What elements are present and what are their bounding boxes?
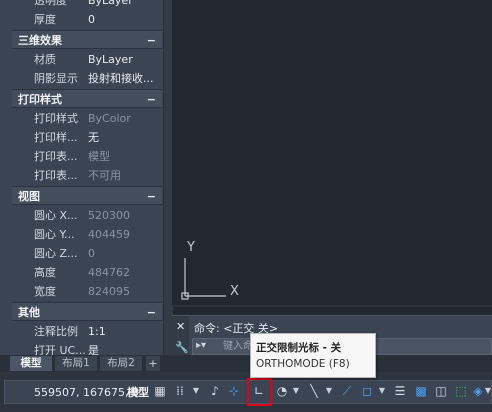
section-header[interactable]: 其他 − bbox=[12, 302, 162, 321]
property-value[interactable]: 模型 bbox=[88, 147, 160, 166]
property-row[interactable]: 圆心 X... 520300 bbox=[12, 206, 162, 225]
command-line-grip: ✕ 🔧 bbox=[172, 316, 189, 356]
property-name: 打印样... bbox=[34, 131, 78, 144]
section-title: 三维效果 bbox=[18, 34, 62, 47]
add-layout-button[interactable]: + bbox=[146, 356, 160, 371]
property-value[interactable]: ByColor bbox=[88, 109, 160, 128]
3d-object-snap-icon[interactable]: ⬚ bbox=[453, 382, 469, 400]
snap-icon[interactable]: ⁞⁞ bbox=[172, 382, 188, 400]
property-name: 材质 bbox=[34, 53, 56, 66]
property-value[interactable]: 404459 bbox=[88, 225, 160, 244]
model-space-button[interactable]: 模型 bbox=[127, 384, 149, 400]
property-row[interactable]: 打印样式 ByColor bbox=[12, 109, 162, 128]
property-name: 打开 UC... bbox=[34, 344, 86, 355]
property-name: 圆心 Z... bbox=[34, 247, 78, 260]
tab-model[interactable]: 模型 bbox=[10, 356, 52, 371]
properties-list: 透明度 ByLayer 厚度 0 三维效果 − 材质 ByLayer 阴影显示 投射和接收...… bbox=[12, 0, 162, 355]
collapse-icon[interactable]: − bbox=[147, 303, 156, 322]
section-header[interactable]: 三维效果 − bbox=[12, 30, 162, 49]
property-value[interactable]: 是 bbox=[88, 341, 160, 355]
property-name: 阴影显示 bbox=[34, 72, 78, 85]
collapse-icon[interactable]: − bbox=[147, 187, 156, 206]
property-name: 圆心 Y... bbox=[34, 228, 75, 241]
section-title: 视图 bbox=[18, 190, 40, 203]
property-name: 打印表... bbox=[34, 150, 78, 163]
coordinate-readout[interactable]: 559507, 167675, 0 bbox=[34, 386, 139, 399]
property-row[interactable]: 阴影显示 投射和接收... bbox=[12, 69, 162, 88]
polar-tracking-icon[interactable]: ◔ bbox=[274, 382, 290, 400]
property-value[interactable]: 0 bbox=[88, 10, 160, 29]
property-value[interactable]: 无 bbox=[88, 128, 160, 147]
ucs-y-label: Y bbox=[186, 240, 195, 255]
property-name: 圆心 X... bbox=[34, 209, 78, 222]
section-title: 打印样式 bbox=[18, 93, 62, 106]
property-row[interactable]: 打印表... 模型 bbox=[12, 147, 162, 166]
property-name: 打印表... bbox=[34, 169, 78, 182]
command-prompt-icon[interactable]: ▸▾ bbox=[196, 340, 206, 351]
tooltip-title: 正交限制光标 - 关 bbox=[256, 342, 342, 354]
property-value[interactable]: 1:1 bbox=[88, 322, 160, 341]
ucs-x-label: X bbox=[230, 284, 239, 299]
drawing-canvas[interactable]: Y X bbox=[172, 0, 492, 306]
status-bar: 559507, 167675, 0 模型 ▦ ⁞⁞ ▼ ♪ ⊹ ∟ ◔ ▼ ╲ … bbox=[0, 372, 492, 412]
section-header[interactable]: 打印样式 − bbox=[12, 89, 162, 108]
isometric-icon[interactable]: ╲ bbox=[306, 382, 322, 400]
isometric-dropdown-icon[interactable]: ▼ bbox=[325, 382, 333, 400]
ortho-tooltip: 正交限制光标 - 关 ORTHOMODE (F8) bbox=[250, 333, 376, 378]
property-row[interactable]: 打印样... 无 bbox=[12, 128, 162, 147]
property-row[interactable]: 圆心 Z... 0 bbox=[12, 244, 162, 263]
properties-palette: 透明度 ByLayer 厚度 0 三维效果 − 材质 ByLayer 阴影显示 投射和接收...… bbox=[0, 0, 173, 355]
tab-layout2[interactable]: 布局2 bbox=[100, 356, 142, 371]
property-value[interactable]: 520300 bbox=[88, 206, 160, 225]
grid-icon[interactable]: ▦ bbox=[152, 382, 168, 400]
property-value[interactable]: ByLayer bbox=[88, 50, 160, 69]
collapse-icon[interactable]: − bbox=[147, 90, 156, 109]
section-title: 其他 bbox=[18, 306, 40, 319]
infer-constraints-icon[interactable]: ♪ bbox=[207, 382, 223, 400]
property-row[interactable]: 高度 484762 bbox=[12, 263, 162, 282]
object-snap-icon[interactable]: ◻ bbox=[359, 382, 375, 400]
object-snap-tracking-icon[interactable]: ⟋ bbox=[339, 382, 355, 400]
property-value[interactable]: 484762 bbox=[88, 263, 160, 282]
property-value[interactable]: 不可用 bbox=[88, 166, 160, 185]
property-name: 厚度 bbox=[34, 13, 56, 26]
layout-tabs: 模型 布局1 布局2 + bbox=[0, 355, 492, 372]
property-name: 宽度 bbox=[34, 285, 56, 298]
more-dropdown-icon[interactable]: ▼ bbox=[484, 382, 492, 400]
property-row[interactable]: 宽度 824095 bbox=[12, 282, 162, 301]
wrench-icon[interactable]: 🔧 bbox=[175, 341, 189, 354]
dynamic-input-icon[interactable]: ⊹ bbox=[226, 382, 242, 400]
selection-cycling-icon[interactable]: ◫ bbox=[433, 382, 449, 400]
property-value[interactable]: 824095 bbox=[88, 282, 160, 301]
section-header[interactable]: 视图 − bbox=[12, 186, 162, 205]
ortho-highlight-box bbox=[247, 378, 272, 406]
property-row[interactable]: 打印表... 不可用 bbox=[12, 166, 162, 185]
canvas-border bbox=[172, 305, 492, 307]
property-row[interactable]: 注释比例 1:1 bbox=[12, 322, 162, 341]
property-name: 透明度 bbox=[34, 0, 67, 7]
object-snap-dropdown-icon[interactable]: ▼ bbox=[378, 382, 386, 400]
close-icon[interactable]: ✕ bbox=[176, 320, 185, 333]
property-row[interactable]: 材质 ByLayer bbox=[12, 50, 162, 69]
property-row[interactable]: 圆心 Y... 404459 bbox=[12, 225, 162, 244]
polar-dropdown-icon[interactable]: ▼ bbox=[292, 382, 300, 400]
property-name: 高度 bbox=[34, 266, 56, 279]
property-name: 打印样式 bbox=[34, 112, 78, 125]
lineweight-icon[interactable]: ☰ bbox=[392, 382, 408, 400]
snap-dropdown-icon[interactable]: ▼ bbox=[192, 382, 200, 400]
property-row[interactable]: 透明度 ByLayer bbox=[12, 0, 162, 10]
property-value[interactable]: 0 bbox=[88, 244, 160, 263]
property-value[interactable]: ByLayer bbox=[88, 0, 160, 10]
tab-layout1[interactable]: 布局1 bbox=[55, 356, 97, 371]
property-name: 注释比例 bbox=[34, 325, 78, 338]
property-value[interactable]: 投射和接收... bbox=[88, 69, 160, 88]
ucs-icon: Y X bbox=[181, 240, 239, 300]
property-row[interactable]: 打开 UC... 是 bbox=[12, 341, 162, 355]
collapse-icon[interactable]: − bbox=[147, 31, 156, 50]
property-row[interactable]: 厚度 0 bbox=[12, 10, 162, 29]
tooltip-command: ORTHOMODE (F8) bbox=[256, 358, 350, 370]
transparency-icon[interactable]: ▩ bbox=[413, 382, 429, 400]
